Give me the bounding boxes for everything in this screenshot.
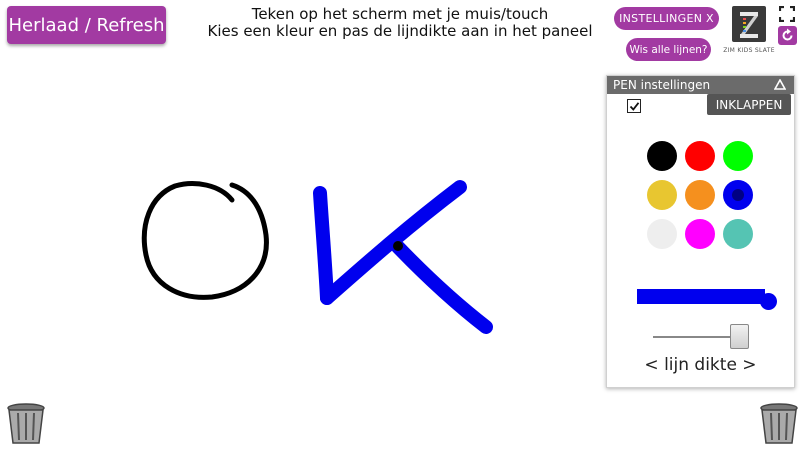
logo-caption: ZIM KIDS SLATE (723, 47, 775, 54)
instruction-line-1: Teken op het scherm met je muis/touch (251, 5, 549, 23)
swatch-red[interactable] (685, 141, 715, 171)
checkmark-icon (629, 101, 639, 111)
zim-logo-icon (740, 12, 758, 38)
stroke-blue-k-vertical (313, 186, 334, 305)
swatch-magenta[interactable] (685, 219, 715, 249)
swatch-orange[interactable] (685, 180, 715, 210)
clear-all-lines-button[interactable]: Wis alle lijnen? (626, 38, 711, 61)
panel-checkbox[interactable] (627, 99, 641, 113)
settings-button[interactable]: INSTELLINGEN X (614, 7, 719, 30)
line-width-preview-cap (760, 293, 777, 310)
trash-can-icon-right[interactable] (759, 403, 799, 445)
refresh-button[interactable]: Herlaad / Refresh (7, 6, 166, 44)
swatch-yellow[interactable] (647, 180, 677, 210)
swatch-green[interactable] (723, 141, 753, 171)
pen-cursor (393, 241, 403, 251)
line-width-preview (637, 289, 765, 304)
stroke-blue-k-leg (391, 240, 493, 334)
line-width-slider-track[interactable] (653, 336, 737, 338)
line-width-label: < lijn dikte > (644, 355, 757, 375)
swatch-black[interactable] (647, 141, 677, 171)
instruction-line-2: Kies een kleur en pas de lijndikte aan i… (207, 22, 593, 40)
panel-header[interactable]: PEN instellingen (607, 76, 794, 94)
selected-indicator (732, 189, 744, 201)
reload-icon[interactable] (778, 26, 797, 45)
swatch-blue[interactable] (723, 180, 753, 210)
collapse-tooltip: INKLAPPEN (707, 94, 791, 115)
panel-title: PEN instellingen (613, 78, 711, 92)
instructions: Teken op het scherm met je muis/touch Ki… (200, 6, 600, 40)
stroke-black-circle (141, 181, 269, 300)
triangle-up-icon[interactable] (774, 79, 786, 90)
trash-can-icon-left[interactable] (6, 403, 46, 445)
swatch-teal[interactable] (723, 219, 753, 249)
zim-logo (732, 6, 766, 42)
fullscreen-icon[interactable] (779, 6, 795, 22)
swatch-light-grey[interactable] (647, 219, 677, 249)
line-width-slider-thumb[interactable] (730, 324, 750, 349)
pen-settings-panel: PEN instellingen INKLAPPEN < lijn dikte … (606, 75, 795, 388)
